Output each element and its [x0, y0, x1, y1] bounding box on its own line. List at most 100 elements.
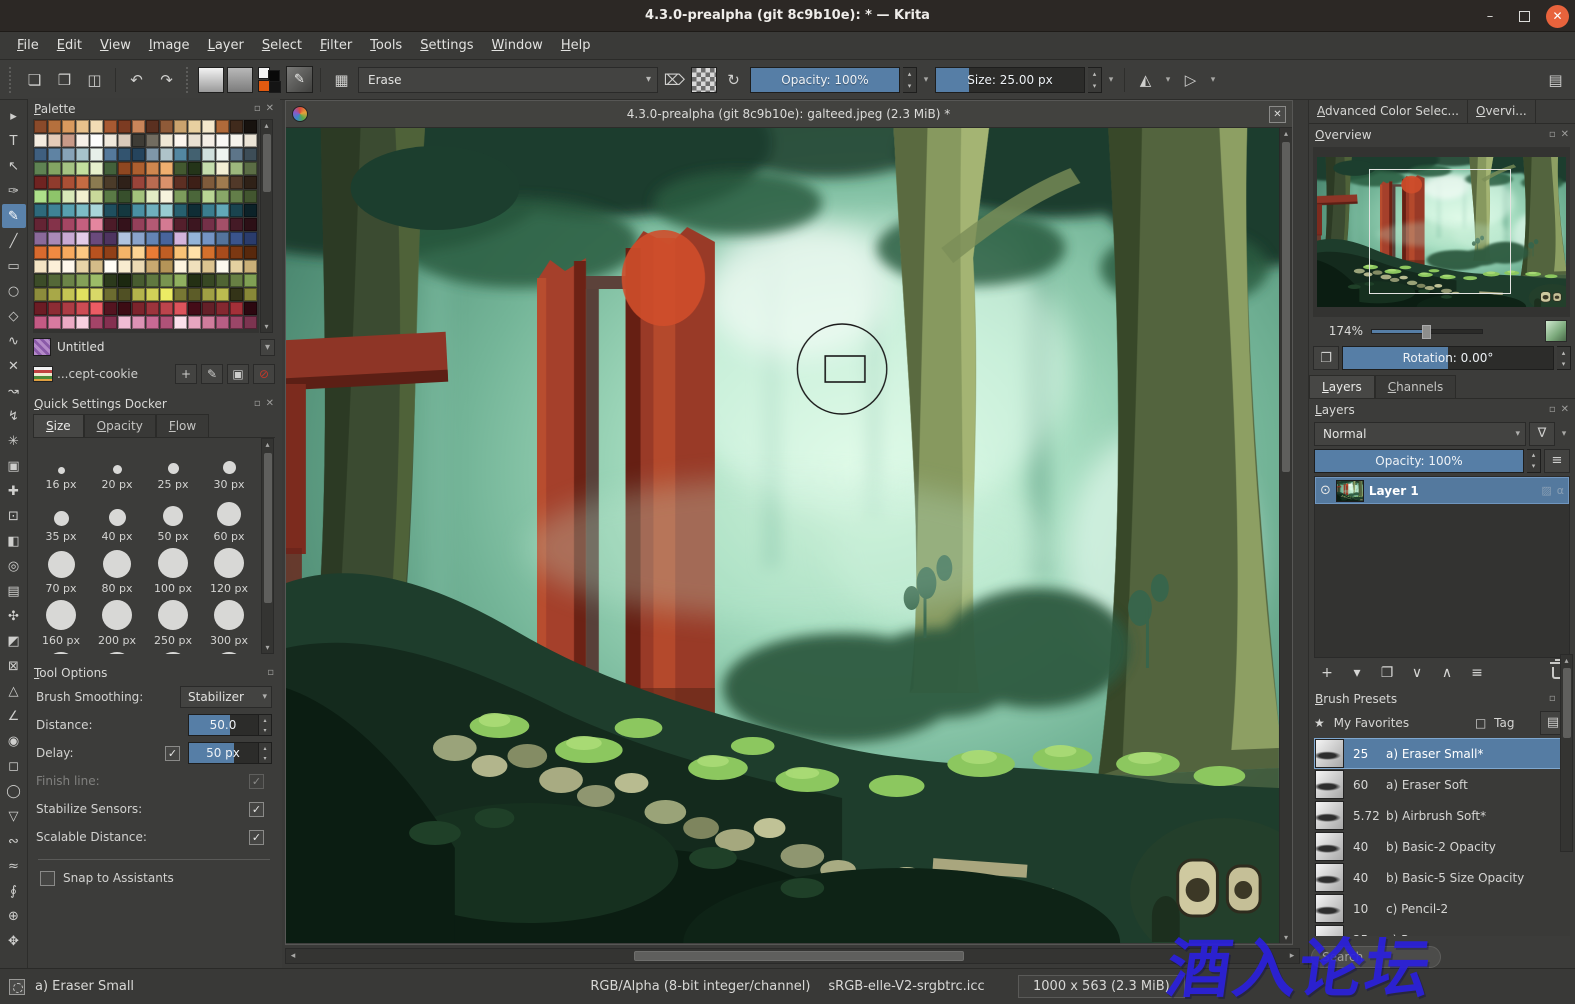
palette-swatch[interactable]	[104, 134, 117, 147]
tool-option-checkbox[interactable]: ✓	[249, 801, 264, 817]
float-docker-icon[interactable]: ▫	[267, 667, 274, 678]
overview-viewport-rect[interactable]	[1369, 169, 1511, 294]
brush-size-option[interactable]: 16 px	[33, 442, 89, 494]
opacity-slider[interactable]: Opacity: 100%	[750, 66, 900, 93]
palette-swatch[interactable]	[76, 316, 89, 329]
palette-swatch[interactable]	[132, 162, 145, 175]
palette-swatch[interactable]	[160, 120, 173, 133]
palette-swatch[interactable]	[230, 302, 243, 315]
palette-swatch[interactable]	[216, 246, 229, 259]
menu-select[interactable]: Select	[253, 34, 311, 57]
palette-swatch[interactable]	[174, 302, 187, 315]
palette-swatch[interactable]	[146, 260, 159, 273]
palette-swatch[interactable]	[76, 204, 89, 217]
palette-swatch[interactable]	[146, 176, 159, 189]
palette-swatch[interactable]	[216, 302, 229, 315]
spin-down-icon[interactable]: ▾	[1088, 80, 1101, 92]
layer-lock-icon[interactable]: ▨	[1541, 484, 1551, 497]
size-options-dropdown[interactable]: ▾	[1105, 75, 1117, 85]
palette-swatch[interactable]	[230, 246, 243, 259]
palette-swatch[interactable]	[90, 176, 103, 189]
move-layer-up-button[interactable]: ∧	[1437, 662, 1457, 684]
float-docker-icon[interactable]: ▫	[1549, 693, 1556, 704]
palette-swatch[interactable]	[202, 316, 215, 329]
tool-multibrush[interactable]: ✳	[2, 429, 26, 453]
duplicate-layer-button[interactable]: ❐	[1377, 662, 1397, 684]
brush-size-option[interactable]: 120 px	[201, 546, 257, 598]
palette-swatch[interactable]	[188, 218, 201, 231]
palette-swatch[interactable]	[48, 302, 61, 315]
palette-swatch[interactable]	[132, 260, 145, 273]
palette-swatch[interactable]	[118, 176, 131, 189]
tool-pan[interactable]: ✥	[2, 929, 26, 953]
blending-mode-dropdown[interactable]: Erase ▾	[358, 66, 658, 93]
palette-swatch[interactable]	[34, 190, 47, 203]
palette-swatch[interactable]	[174, 176, 187, 189]
close-docker-icon[interactable]: ✕	[1561, 129, 1569, 140]
tool-text[interactable]: T	[2, 129, 26, 153]
document-titlebar[interactable]: 4.3.0-prealpha (git 8c9b10e): galteed.jp…	[286, 101, 1292, 128]
toolbar-grip[interactable]	[9, 66, 15, 93]
palette-swatch[interactable]	[244, 162, 257, 175]
palette-swatch[interactable]	[34, 134, 47, 147]
document-close-button[interactable]: ✕	[1269, 105, 1286, 123]
menu-tools[interactable]: Tools	[361, 34, 411, 57]
palette-swatch[interactable]	[90, 246, 103, 259]
scrollbar-thumb[interactable]	[1563, 668, 1571, 738]
palette-swatch[interactable]	[34, 274, 47, 287]
palette-swatch[interactable]	[62, 260, 75, 273]
tab-advanced-color-selector[interactable]: Advanced Color Selec...	[1309, 100, 1468, 123]
palette-swatch[interactable]	[132, 148, 145, 161]
palette-swatch[interactable]	[48, 246, 61, 259]
palette-swatch[interactable]	[202, 190, 215, 203]
brush-preset-row[interactable]: 60 a) Eraser Soft	[1314, 769, 1570, 800]
palette-swatch[interactable]	[160, 246, 173, 259]
size-grid-scrollbar[interactable]: ▴ ▾	[261, 438, 274, 654]
menu-file[interactable]: File	[8, 34, 48, 57]
mirror-vertical-options[interactable]: ▾	[1207, 75, 1219, 85]
palette-swatch[interactable]	[188, 204, 201, 217]
brush-size-option[interactable]: 100 px	[145, 546, 201, 598]
palette-swatch[interactable]	[174, 162, 187, 175]
image-dimensions-label[interactable]: 1000 x 563 (2.3 MiB)	[1018, 975, 1185, 998]
palette-swatch[interactable]	[90, 274, 103, 287]
add-layer-button[interactable]: +	[1317, 662, 1337, 684]
palette-swatch[interactable]	[188, 260, 201, 273]
palette-swatch[interactable]	[216, 316, 229, 329]
palette-swatch[interactable]	[90, 204, 103, 217]
palette-swatch[interactable]	[62, 190, 75, 203]
palette-swatch[interactable]	[90, 148, 103, 161]
palette-swatch[interactable]	[76, 218, 89, 231]
tool-assistants[interactable]: △	[2, 679, 26, 703]
palette-swatch[interactable]	[188, 190, 201, 203]
brush-size-option[interactable]: 20 px	[89, 442, 145, 494]
tool-freehand-path[interactable]: ↝	[2, 379, 26, 403]
palette-swatch[interactable]	[104, 302, 117, 315]
palette-swatch[interactable]	[216, 232, 229, 245]
size-slider[interactable]: Size: 25.00 px	[935, 66, 1085, 93]
secondary-bg-swatch[interactable]	[269, 81, 281, 93]
palette-swatch[interactable]	[118, 134, 131, 147]
palette-swatch[interactable]	[244, 134, 257, 147]
foreground-background-color-widget[interactable]	[256, 66, 283, 93]
spin-up-icon[interactable]: ▴	[1527, 450, 1540, 461]
tool-edit-shapes[interactable]: ↖	[2, 154, 26, 178]
tab-overview[interactable]: Overvi...	[1468, 100, 1536, 123]
palette-swatch[interactable]	[104, 120, 117, 133]
scrollbar-thumb[interactable]	[634, 951, 964, 961]
palette-swatch[interactable]	[62, 316, 75, 329]
overview-thumbnail[interactable]	[1313, 147, 1570, 317]
brush-size-option[interactable]	[89, 650, 145, 654]
palette-swatch[interactable]	[188, 120, 201, 133]
palette-swatch[interactable]	[146, 232, 159, 245]
palette-swatch[interactable]	[230, 232, 243, 245]
palette-swatch[interactable]	[244, 274, 257, 287]
palette-swatch[interactable]	[230, 162, 243, 175]
scroll-down-icon[interactable]: ▾	[262, 643, 273, 652]
palette-swatch[interactable]	[160, 204, 173, 217]
tag-button[interactable]: □ Tag ▾	[1470, 716, 1570, 730]
palette-swatch[interactable]	[132, 302, 145, 315]
palette-swatch[interactable]	[118, 260, 131, 273]
palette-swatch[interactable]	[230, 148, 243, 161]
save-document-button[interactable]: ◫	[81, 66, 108, 93]
